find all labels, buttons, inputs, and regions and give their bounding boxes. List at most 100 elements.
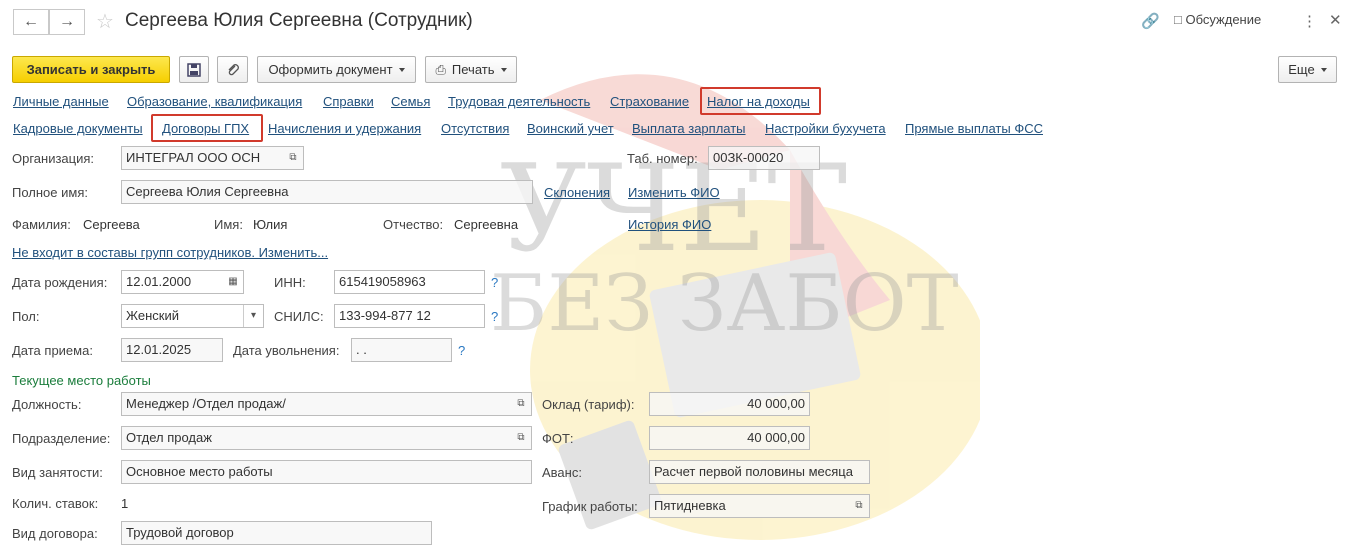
open-icon[interactable]: ⧉ [511,393,531,415]
birth-date-field[interactable]: 12.01.2000 ▦ [121,270,244,294]
change-fio-link[interactable]: Изменить ФИО [628,185,720,200]
save-button[interactable] [179,56,209,83]
link-accruals[interactable]: Начисления и удержания [268,121,421,136]
forward-button[interactable]: → [49,9,85,35]
salary-field[interactable]: 40 000,00 [649,392,810,416]
advance-field[interactable]: Расчет первой половины месяца [649,460,870,484]
title-bar: ← → ☆ Сергеева Юлия Сергеевна (Сотрудник… [0,0,1360,44]
floppy-icon [187,62,201,77]
printer-icon: ⎙ [435,61,446,77]
organization-value: ИНТЕГРАЛ ООО ОСН [126,150,261,165]
surname-value: Сергеева [83,217,140,232]
link-work-activity[interactable]: Трудовая деятельность [448,94,590,109]
fullname-field[interactable]: Сергеева Юлия Сергеевна [121,180,533,204]
snils-help-icon[interactable]: ? [491,309,498,324]
more-button[interactable]: Еще [1278,56,1337,83]
inn-field[interactable]: 615419058963 [334,270,485,294]
birth-date-value: 12.01.2000 [126,274,192,289]
close-icon[interactable]: ✕ [1329,11,1342,29]
position-label: Должность: [12,397,82,412]
link-icon[interactable]: 🔗 [1141,12,1160,30]
chevron-down-icon [398,67,405,72]
save-and-close-button[interactable]: Записать и закрыть [12,56,170,83]
department-field[interactable]: Отдел продаж ⧉ [121,426,532,450]
birth-date-label: Дата рождения: [12,275,108,290]
name-value: Юлия [253,217,288,232]
inn-help-icon[interactable]: ? [491,275,498,290]
paperclip-icon [228,63,239,75]
link-absences[interactable]: Отсутствия [441,121,509,136]
discussion-label: Обсуждение [1185,12,1262,27]
star-icon[interactable]: ☆ [96,9,114,34]
tab-number-label: Таб. номер: [627,151,698,166]
chevron-down-icon [500,67,507,72]
arrow-left-icon: ← [23,13,39,30]
hire-date-field[interactable]: 12.01.2025 [121,338,223,362]
link-insurance[interactable]: Страхование [610,94,689,109]
link-fss-payments[interactable]: Прямые выплаты ФСС [905,121,1043,136]
tab-number-field[interactable]: 00ЗК-00020 [708,146,820,170]
chat-icon: □ [1174,12,1182,27]
organization-label: Организация: [12,151,95,166]
more-label: Еще [1288,62,1315,77]
gender-label: Пол: [12,309,40,324]
employment-type-field[interactable]: Основное место работы [121,460,532,484]
open-icon[interactable]: ⧉ [849,495,869,517]
back-button[interactable]: ← [13,9,49,35]
calendar-icon[interactable]: ▦ [223,271,243,293]
watermark-line2: БЕЗ ЗАБОТ [490,259,959,349]
fire-date-label: Дата увольнения: [233,343,340,358]
fire-date-field[interactable]: . . [351,338,452,362]
link-hr-documents[interactable]: Кадровые документы [13,121,143,136]
highlight-income-tax [700,87,821,115]
link-military[interactable]: Воинский учет [527,121,614,136]
salary-label: Оклад (тариф): [542,397,635,412]
highlight-gph-contracts [151,114,263,142]
link-family[interactable]: Семья [391,94,430,109]
schedule-field[interactable]: Пятидневка ⧉ [649,494,870,518]
open-icon[interactable]: ⧉ [511,427,531,449]
print-label: Печать [451,62,495,77]
contract-type-label: Вид договора: [12,526,98,541]
department-value: Отдел продаж [126,430,212,445]
issue-document-button[interactable]: Оформить документ [257,56,416,83]
patronymic-label: Отчество: [383,217,444,232]
department-label: Подразделение: [12,431,111,446]
arrow-right-icon: → [59,13,75,30]
link-references[interactable]: Справки [323,94,374,109]
more-vertical-icon[interactable]: ⋮ [1302,12,1317,30]
page-title: Сергеева Юлия Сергеевна (Сотрудник) [125,10,473,31]
link-accounting-settings[interactable]: Настройки бухучета [765,121,886,136]
link-education[interactable]: Образование, квалификация [127,94,302,109]
schedule-label: График работы: [542,499,638,514]
open-icon[interactable]: ⧉ [283,147,303,169]
link-personal-data[interactable]: Личные данные [13,94,109,109]
surname-label: Фамилия: [12,217,71,232]
attach-button[interactable] [217,56,248,83]
inn-label: ИНН: [274,275,306,290]
workplace-header: Текущее место работы [12,373,151,388]
position-field[interactable]: Менеджер /Отдел продаж/ ⧉ [121,392,532,416]
patronymic-value: Сергеевна [454,217,519,232]
fio-history-link[interactable]: История ФИО [628,217,711,232]
name-label: Имя: [214,217,243,232]
fire-help-icon[interactable]: ? [458,343,465,358]
gender-select[interactable]: Женский ▾ [121,304,264,328]
issue-document-label: Оформить документ [268,62,393,77]
snils-field[interactable]: 133-994-877 12 [334,304,485,328]
organization-field[interactable]: ИНТЕГРАЛ ООО ОСН ⧉ [121,146,304,170]
rates-label: Колич. ставок: [12,496,99,511]
discussion-button[interactable]: □ Обсуждение [1174,12,1261,27]
contract-type-field[interactable]: Трудовой договор [121,521,432,545]
chevron-down-icon [1320,67,1327,72]
print-button[interactable]: ⎙ Печать [425,56,517,83]
fot-label: ФОТ: [542,431,574,446]
link-salary-payment[interactable]: Выплата зарплаты [632,121,746,136]
fot-field[interactable]: 40 000,00 [649,426,810,450]
fullname-label: Полное имя: [12,185,88,200]
declension-link[interactable]: Склонения [544,185,610,200]
employee-groups-link[interactable]: Не входит в составы групп сотрудников. И… [12,245,328,260]
chevron-down-icon[interactable]: ▾ [243,305,263,327]
position-value: Менеджер /Отдел продаж/ [126,396,286,411]
rates-value: 1 [121,496,129,511]
